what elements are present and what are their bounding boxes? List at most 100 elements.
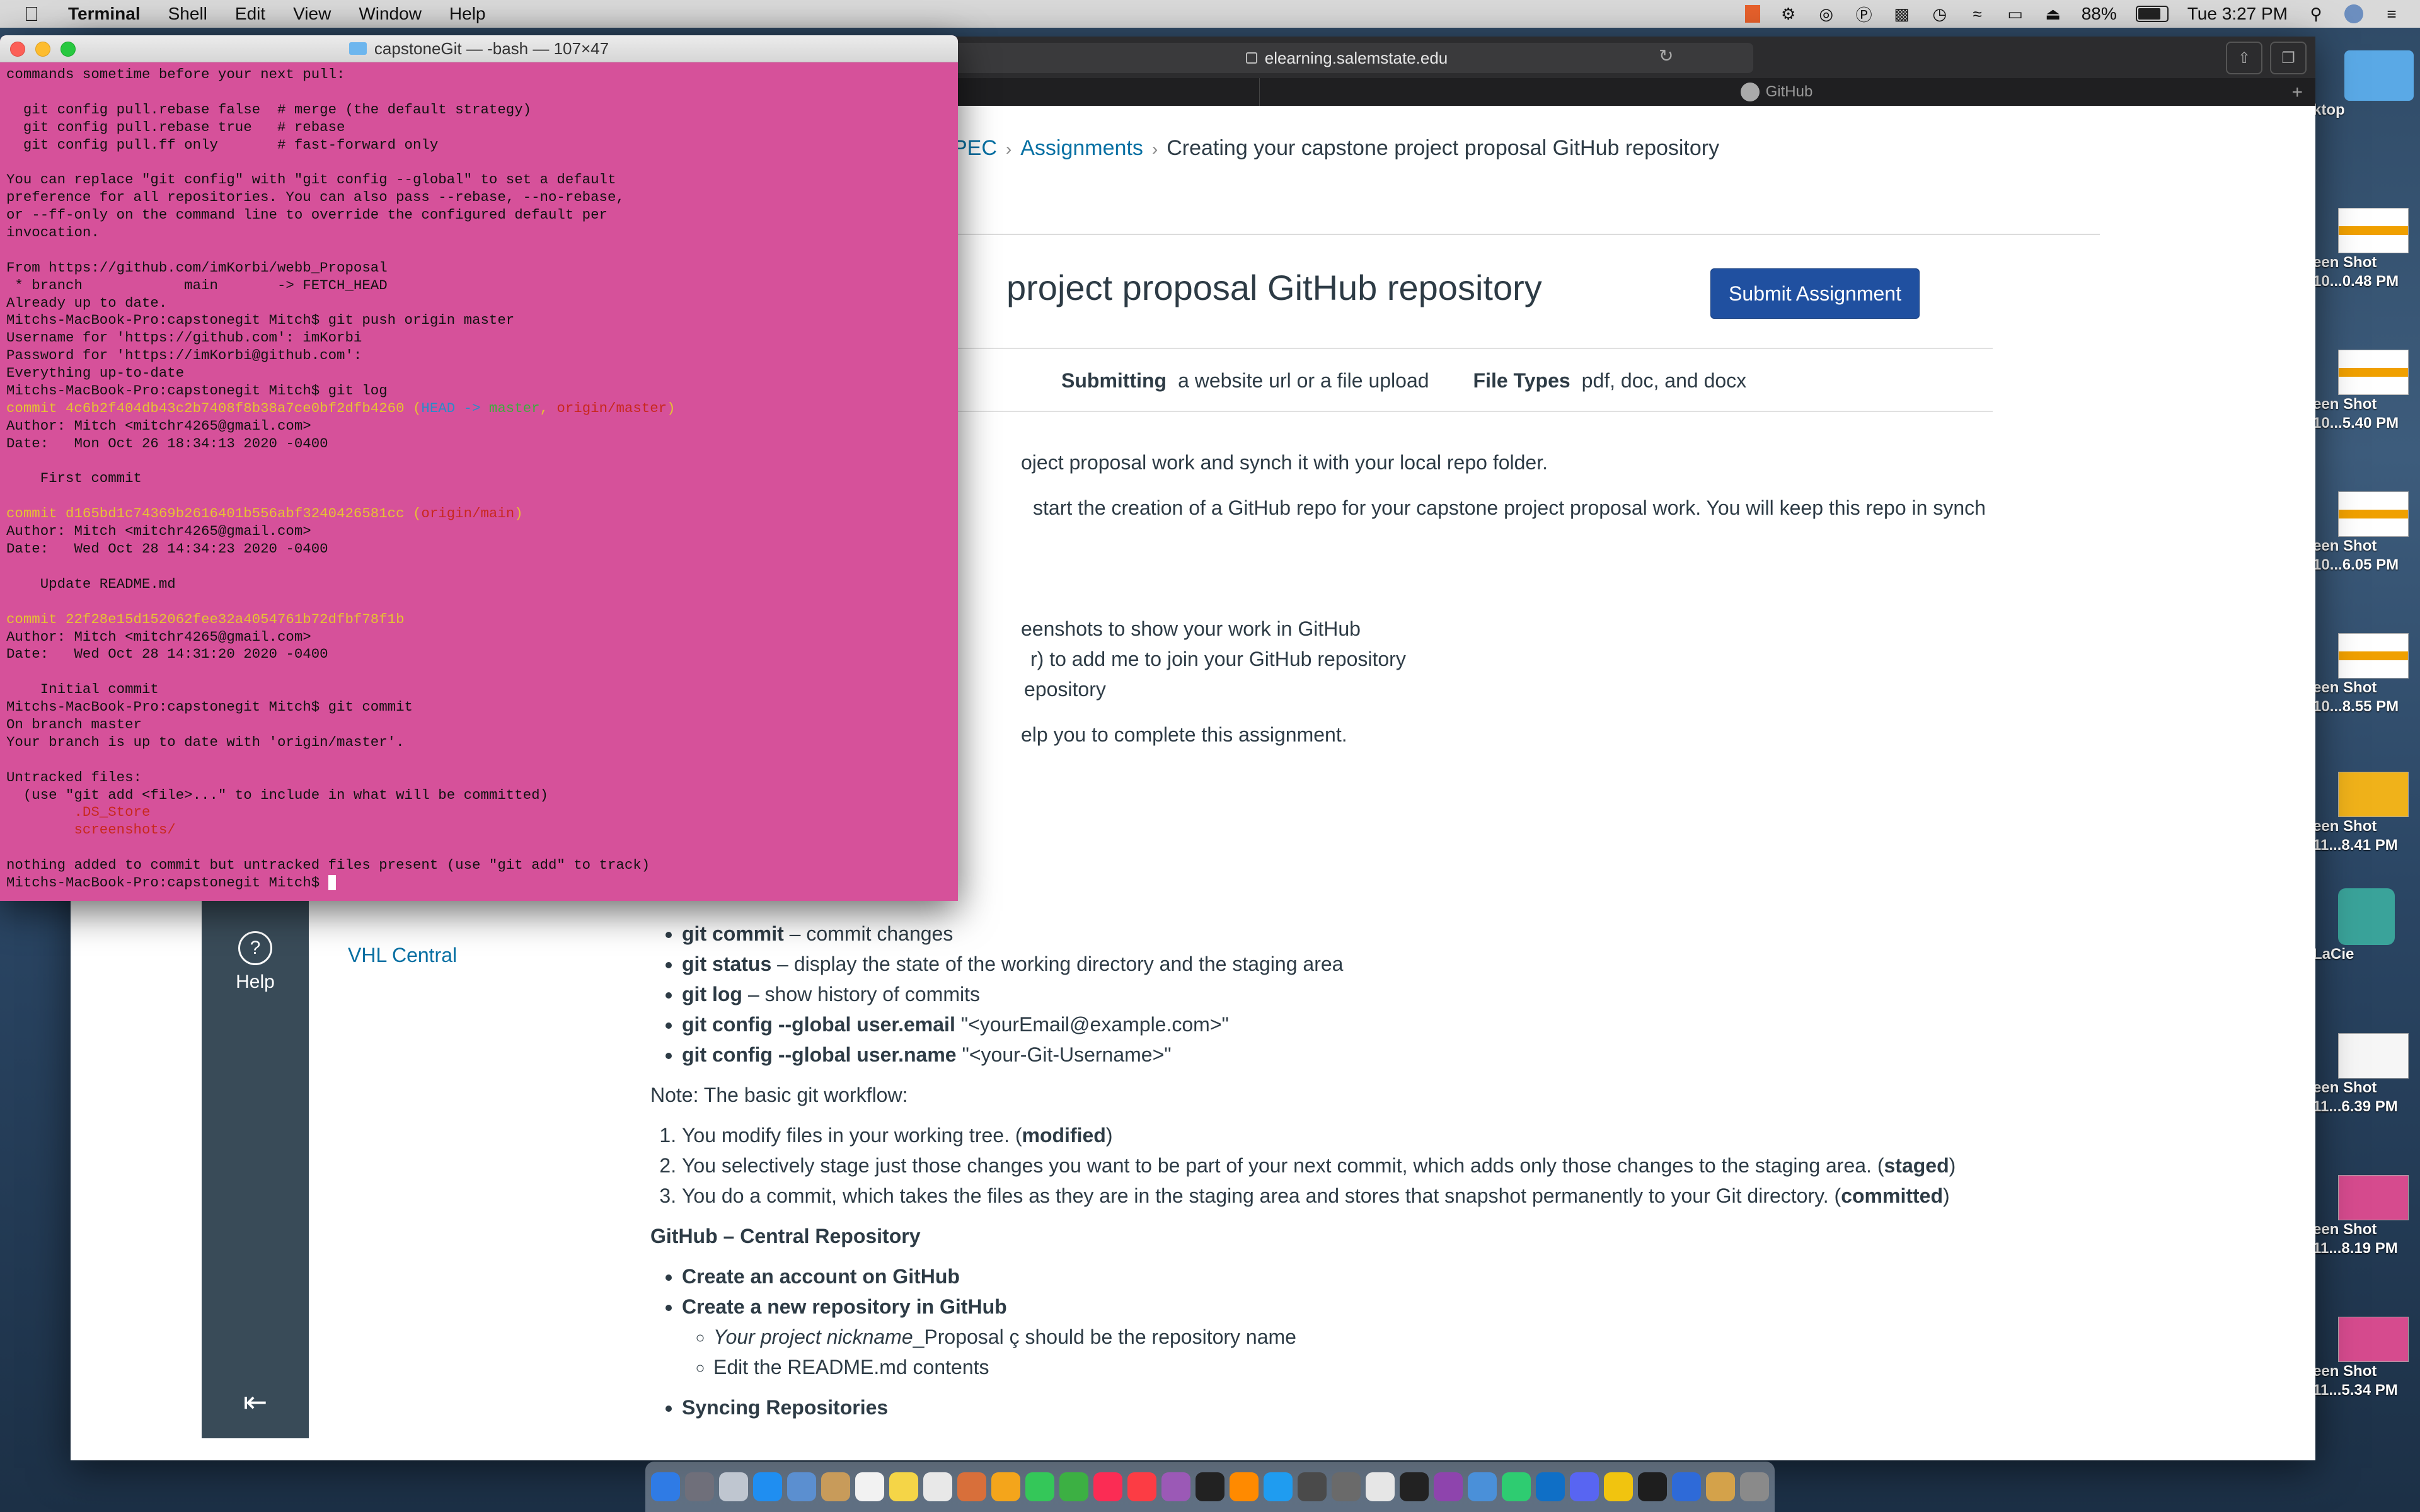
creative-cloud-icon[interactable]: ◎	[1817, 4, 1836, 23]
dock-app-icon[interactable]	[855, 1472, 884, 1501]
dock-app-icon[interactable]	[1366, 1472, 1395, 1501]
dock-app-icon[interactable]	[1230, 1472, 1259, 1501]
collapse-nav-icon[interactable]: ⇤	[202, 1385, 309, 1419]
wifi-icon[interactable]: ≈	[1968, 4, 1987, 23]
new-tab-icon[interactable]: +	[2291, 82, 2303, 103]
dock-app-icon[interactable]	[685, 1472, 714, 1501]
desktop-item[interactable]: een Shot 11...5.34 PM	[2313, 1317, 2420, 1400]
desktop-item[interactable]: een Shot 10...0.48 PM	[2313, 208, 2420, 291]
dock-app-icon[interactable]	[889, 1472, 918, 1501]
menu-shell[interactable]: Shell	[168, 4, 207, 24]
submit-assignment-button[interactable]: Submit Assignment	[1710, 268, 1920, 319]
screenshot-thumbnail-icon	[2338, 633, 2409, 679]
tab-overview-button[interactable]: ❐	[2270, 42, 2307, 74]
menu-view[interactable]: View	[293, 4, 331, 24]
zoom-window-icon[interactable]	[60, 42, 76, 57]
dock-app-icon[interactable]	[1434, 1472, 1463, 1501]
syncing-list: Syncing Repositories	[650, 1392, 2037, 1423]
command-name: git commit	[682, 922, 784, 945]
terminal-line: commit 22f28e15d152062fee32a4054761b72df…	[6, 611, 952, 629]
dock-app-icon[interactable]	[753, 1472, 782, 1501]
dock-app-icon[interactable]	[1468, 1472, 1497, 1501]
desktop-item[interactable]: een Shot 11...8.19 PM	[2313, 1175, 2420, 1258]
clock[interactable]: Tue 3:27 PM	[2187, 4, 2288, 24]
dock-app-icon[interactable]	[1127, 1472, 1156, 1501]
dock-app-icon[interactable]	[1536, 1472, 1565, 1501]
terminal-text: Mitchs-MacBook-Pro:capstonegit Mitch$	[6, 874, 328, 891]
dock-app-icon[interactable]	[1740, 1472, 1769, 1501]
airplay-icon[interactable]: ▭	[2006, 4, 2025, 23]
desktop-item[interactable]: een Shot 11...8.41 PM	[2313, 772, 2420, 855]
dock-app-icon[interactable]	[787, 1472, 816, 1501]
minimize-window-icon[interactable]	[35, 42, 50, 57]
battery-icon[interactable]	[2135, 6, 2169, 22]
desktop-item[interactable]: een Shot 10...5.40 PM	[2313, 350, 2420, 433]
address-bar[interactable]: elearning.salemstate.edu	[940, 43, 1753, 73]
sync-icon[interactable]: ⚙	[1779, 4, 1798, 23]
dock-app-icon[interactable]	[1638, 1472, 1667, 1501]
eject-icon[interactable]: ⏏	[2044, 4, 2063, 23]
tab-github[interactable]: GitHub	[1259, 78, 2293, 106]
dock-app-icon[interactable]	[1502, 1472, 1531, 1501]
dock-app-icon[interactable]	[1264, 1472, 1293, 1501]
dock-app-icon[interactable]	[1604, 1472, 1633, 1501]
spotlight-search-icon[interactable]: ⚲	[2307, 4, 2325, 23]
screenshot-thumbnail-icon	[2338, 1175, 2409, 1220]
terminal-titlebar[interactable]: capstoneGit — -bash — 107×47	[0, 35, 958, 62]
chevron-right-icon: ›	[1151, 139, 1158, 159]
office-icon[interactable]	[1744, 5, 1760, 23]
desktop-item[interactable]: een Shot 11...6.39 PM	[2313, 1033, 2420, 1116]
help-nav-item[interactable]: ? Help	[202, 931, 309, 993]
dock-app-icon[interactable]	[1400, 1472, 1429, 1501]
d-icon[interactable]: Ⓟ	[1855, 4, 1874, 25]
battery-percent[interactable]: 88%	[2082, 4, 2117, 24]
dock-app-icon[interactable]	[1161, 1472, 1190, 1501]
menu-help[interactable]: Help	[449, 4, 486, 24]
grid-icon[interactable]: ▩	[1893, 4, 1911, 23]
desktop-item[interactable]: LaCie	[2313, 888, 2420, 964]
menu-app-name[interactable]: Terminal	[68, 4, 141, 24]
time-machine-icon[interactable]: ◷	[1930, 4, 1949, 23]
central-repo-heading: GitHub – Central Repository	[650, 1225, 921, 1247]
desktop-item[interactable]: een Shot 10...6.05 PM	[2313, 491, 2420, 575]
terminal-window[interactable]: capstoneGit — -bash — 107×47 commands so…	[0, 35, 958, 901]
user-avatar-icon[interactable]	[2344, 4, 2363, 23]
desktop-item[interactable]: een Shot 10...8.55 PM	[2313, 633, 2420, 716]
notification-center-icon[interactable]: ≡	[2382, 4, 2401, 23]
dock-app-icon[interactable]	[1706, 1472, 1735, 1501]
terminal-text: Username for 'https://github.com': imKor…	[6, 329, 362, 346]
reload-icon[interactable]: ↻	[1659, 45, 1673, 66]
breadcrumb-assignments[interactable]: Assignments	[1020, 136, 1143, 160]
dock-app-icon[interactable]	[923, 1472, 952, 1501]
course-nav-vhl-central[interactable]: VHL Central	[348, 944, 457, 967]
dock-app-icon[interactable]	[957, 1472, 986, 1501]
menu-window[interactable]: Window	[359, 4, 422, 24]
dock-app-icon[interactable]	[651, 1472, 680, 1501]
workflow-text: )	[1105, 1124, 1113, 1147]
close-window-icon[interactable]	[10, 42, 25, 57]
terminal-output[interactable]: commands sometime before your next pull:…	[0, 62, 958, 896]
divider	[915, 411, 1993, 412]
terminal-text: or --ff-only on the command line to over…	[6, 207, 608, 224]
workflow-stage: staged	[1884, 1154, 1949, 1177]
dock-app-icon[interactable]	[1196, 1472, 1224, 1501]
terminal-text: On branch master	[6, 716, 142, 733]
dock-app-icon[interactable]	[1298, 1472, 1327, 1501]
description-line: start the creation of a GitHub repo for …	[1033, 496, 1986, 519]
menu-edit[interactable]: Edit	[235, 4, 265, 24]
dock-app-icon[interactable]	[1332, 1472, 1361, 1501]
dock-app-icon[interactable]	[719, 1472, 748, 1501]
dock-app-icon[interactable]	[1672, 1472, 1701, 1501]
breadcrumb-course[interactable]: PEC	[953, 136, 997, 160]
list-item: git config --global user.name "<your-Git…	[682, 1040, 2037, 1070]
share-button[interactable]: ⇧	[2226, 42, 2262, 74]
desktop-item[interactable]: ktop	[2313, 50, 2420, 120]
dock-app-icon[interactable]	[1025, 1472, 1054, 1501]
dock-app-icon[interactable]	[821, 1472, 850, 1501]
dock-app-icon[interactable]	[1093, 1472, 1122, 1501]
dock-app-icon[interactable]	[1570, 1472, 1599, 1501]
dock-app-icon[interactable]	[1059, 1472, 1088, 1501]
dock-app-icon[interactable]	[991, 1472, 1020, 1501]
apple-menu-icon[interactable]: 	[24, 3, 49, 26]
terminal-text: preference for all repositories. You can…	[6, 189, 625, 206]
